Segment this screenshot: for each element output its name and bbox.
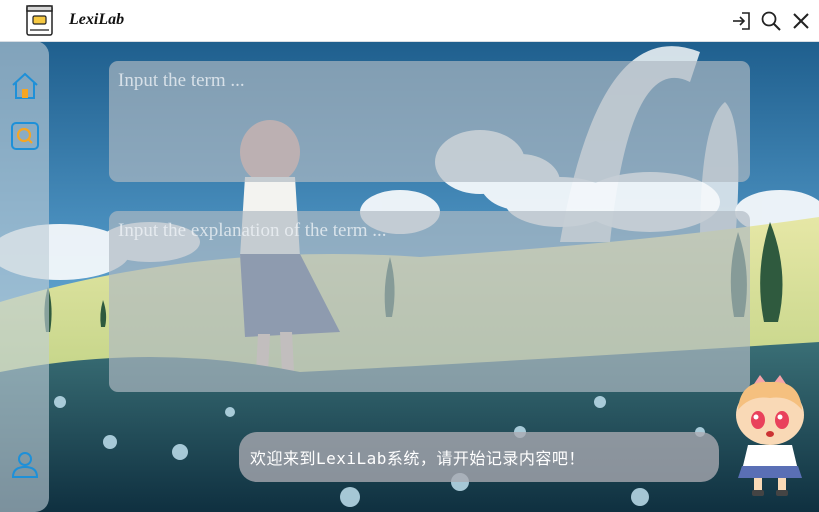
term-input[interactable] xyxy=(109,61,750,182)
close-icon[interactable] xyxy=(790,10,812,32)
welcome-message: 欢迎来到LexiLab系统，请开始记录内容吧！ xyxy=(250,449,585,468)
login-arrow-icon[interactable] xyxy=(730,10,752,32)
sidebar xyxy=(0,41,49,512)
explanation-input[interactable] xyxy=(109,211,750,392)
app-title: LexiLab xyxy=(69,11,125,28)
title-bar: LexiLab xyxy=(0,0,819,42)
book-logo-icon xyxy=(26,5,53,36)
mascot-character xyxy=(736,375,804,496)
search-icon[interactable] xyxy=(760,10,782,32)
user-icon[interactable] xyxy=(10,449,40,479)
home-icon[interactable] xyxy=(10,71,40,101)
welcome-bubble: 欢迎来到LexiLab系统，请开始记录内容吧！ xyxy=(239,432,719,482)
search-nav-icon[interactable] xyxy=(10,121,40,151)
